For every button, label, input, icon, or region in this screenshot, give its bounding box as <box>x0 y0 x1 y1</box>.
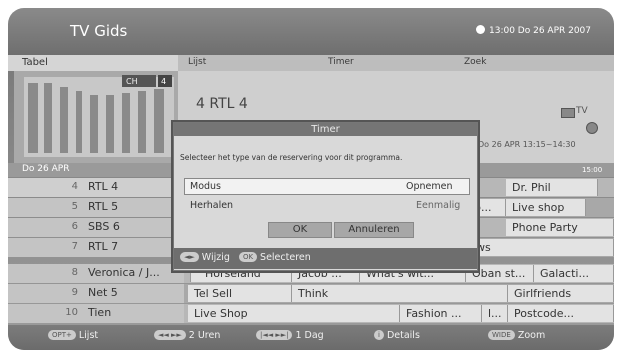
channel-name: RTL 4 <box>88 180 119 193</box>
program-cell[interactable]: ws <box>476 239 614 256</box>
dialog-hints: ◄► Wijzig OK Selecteren <box>180 252 311 263</box>
info-key-icon: i <box>374 330 384 340</box>
program-time: Do 26 APR 13:15~14:30 <box>478 140 576 149</box>
channel-row-10[interactable]: 10 Tien Live Shop Fashion ... l... Postc… <box>8 304 614 323</box>
program-cell[interactable]: Dr. Phil <box>506 179 598 196</box>
footer-item-zoom[interactable]: WIDE Zoom <box>488 330 545 341</box>
channel-name: Veronica / J... <box>88 266 160 279</box>
channel-number: 7 <box>71 241 78 252</box>
program-cell[interactable]: p... <box>474 199 506 216</box>
tab-timer[interactable]: Timer <box>328 57 354 67</box>
program-cell[interactable]: Tel Sell <box>188 285 292 302</box>
channel-number: 5 <box>71 201 78 212</box>
clock-icon <box>476 25 485 34</box>
nav-arrows-icon: ◄► <box>180 252 199 262</box>
page-title: TV Gids <box>70 22 128 40</box>
guide-date: Do 26 APR <box>22 164 70 174</box>
wide-key-icon: WIDE <box>488 330 515 340</box>
tab-zoek[interactable]: Zoek <box>464 57 486 67</box>
program-cell[interactable]: l... <box>482 305 508 322</box>
opt-key-icon: OPT+ <box>48 330 76 340</box>
channel-number: 9 <box>71 287 78 298</box>
tv-guide-screen: TV Gids 13:00 Do 26 APR 2007 Tabel Lijst… <box>8 8 614 350</box>
channel-name: SBS 6 <box>88 220 120 233</box>
program-cell[interactable]: Live shop <box>506 199 586 216</box>
footer-item-2-uren[interactable]: ◄◄ ►► 2 Uren <box>154 330 220 341</box>
tab-tabel[interactable]: Tabel <box>8 55 178 71</box>
option-label[interactable]: Herhalen <box>190 200 233 211</box>
rewind-forward-key-icon: ◄◄ ►► <box>154 330 186 340</box>
program-cell[interactable]: Galacti... <box>534 265 614 282</box>
footer-item-details[interactable]: i Details <box>374 330 420 341</box>
current-channel-name: 4 RTL 4 <box>196 96 248 112</box>
hint-selecteren: Selecteren <box>260 252 311 263</box>
channel-number: 8 <box>71 267 78 278</box>
option-value[interactable]: Eenmalig <box>416 200 460 211</box>
channel-name: RTL 5 <box>88 200 119 213</box>
record-disc-icon <box>586 122 598 134</box>
program-cell[interactable]: Fashion ... <box>400 305 482 322</box>
channel-number: 4 <box>71 181 78 192</box>
channel-name: Tien <box>88 306 112 319</box>
tv-label: TV <box>576 106 588 116</box>
skip-key-icon: |◄◄ ►►| <box>256 330 293 340</box>
time-marker: 15:00 <box>582 166 603 174</box>
tab-lijst[interactable]: Lijst <box>188 57 206 67</box>
cancel-button[interactable]: Annuleren <box>334 222 414 238</box>
program-cell[interactable]: Postcode... <box>508 305 614 322</box>
option-label: Modus <box>190 181 222 192</box>
clock-text: 13:00 Do 26 APR 2007 <box>489 26 592 36</box>
channel-number: 10 <box>65 307 78 318</box>
ch-badge-text: CH <box>126 77 138 86</box>
channel-name: Net 5 <box>88 286 118 299</box>
program-cell[interactable]: Think <box>292 285 508 302</box>
channel-row-9[interactable]: 9 Net 5 Tel Sell Think Girlfriends <box>8 284 614 303</box>
ok-button[interactable]: OK <box>268 222 332 238</box>
ch-number-text: 4 <box>161 77 166 86</box>
channel-number: 6 <box>71 221 78 232</box>
ok-key-icon: OK <box>238 252 258 262</box>
program-cell[interactable]: Girlfriends <box>508 285 614 302</box>
hint-wijzig: Wijzig <box>201 252 230 263</box>
clock-display: 13:00 Do 26 APR 2007 <box>476 25 591 36</box>
program-cell[interactable]: Live Shop <box>188 305 400 322</box>
channel-name: RTL 7 <box>88 240 119 253</box>
program-cell[interactable]: Phone Party <box>506 219 614 236</box>
option-value: Opnemen <box>406 181 453 192</box>
footer-item-1-dag[interactable]: |◄◄ ►►| 1 Dag <box>256 330 324 341</box>
tv-icon <box>561 108 575 118</box>
channel-preview-image: CH 4 <box>14 71 178 163</box>
footer-item-lijst[interactable]: OPT+ Lijst <box>48 330 98 341</box>
dialog-title: Timer <box>174 123 477 136</box>
dialog-message: Selecteer het type van de reservering vo… <box>180 153 403 162</box>
